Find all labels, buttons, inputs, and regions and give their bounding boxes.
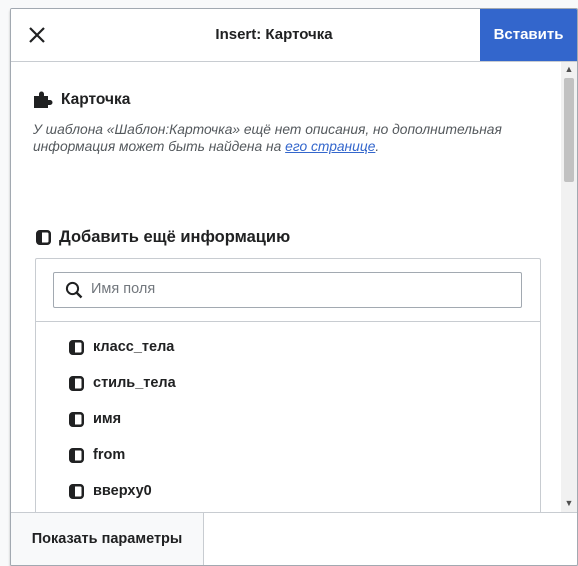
field-item-label: from — [93, 447, 126, 463]
description-text: У шаблона «Шаблон:Карточка» ещё нет опис… — [33, 122, 502, 154]
template-name: Карточка — [61, 91, 131, 108]
dialog-footer: Показать параметры — [11, 512, 577, 565]
field-item-label: класс_тела — [93, 339, 175, 355]
template-heading: Карточка — [33, 91, 130, 109]
add-info-heading: Добавить ещё информацию — [36, 228, 290, 247]
field-search-panel: класс_тела стиль_тела имя from вверху0 — [35, 258, 541, 512]
field-item-label: стиль_тела — [93, 375, 176, 391]
field-search-input[interactable] — [91, 273, 511, 305]
scroll-up-icon[interactable]: ▲ — [561, 64, 577, 78]
field-item[interactable]: имя — [69, 408, 121, 430]
parameter-icon — [36, 230, 51, 245]
dialog-body[interactable]: Карточка У шаблона «Шаблон:Карточка» ещё… — [11, 62, 561, 512]
dialog-title: Insert: Карточка — [215, 26, 333, 43]
template-insert-dialog: Insert: Карточка Вставить Карточка У шаб… — [10, 8, 578, 566]
dialog-scrollbar[interactable]: ▲ ▼ — [561, 62, 577, 512]
template-description: У шаблона «Шаблон:Карточка» ещё нет опис… — [33, 121, 513, 155]
dialog-header: Insert: Карточка Вставить — [11, 9, 577, 62]
parameter-icon — [69, 339, 84, 355]
add-info-heading-text: Добавить ещё информацию — [59, 228, 291, 246]
close-icon — [29, 27, 45, 43]
description-suffix: . — [375, 139, 380, 154]
parameter-icon — [69, 411, 84, 427]
field-item[interactable]: класс_тела — [69, 336, 174, 358]
scroll-down-icon[interactable]: ▼ — [561, 498, 577, 512]
puzzle-icon — [34, 91, 53, 108]
show-parameters-button[interactable]: Показать параметры — [11, 513, 204, 565]
field-item[interactable]: стиль_тела — [69, 372, 176, 394]
field-search-box[interactable] — [53, 272, 522, 308]
parameter-icon — [69, 375, 84, 391]
parameter-icon — [69, 447, 84, 463]
field-item-label: имя — [93, 411, 122, 427]
background-page-top — [60, 0, 540, 8]
parameter-icon — [69, 483, 84, 499]
insert-button[interactable]: Вставить — [480, 9, 577, 61]
field-item[interactable]: from — [69, 444, 125, 466]
template-page-link[interactable]: его странице — [285, 139, 375, 154]
field-item-label: вверху0 — [93, 483, 152, 499]
scrollbar-thumb[interactable] — [564, 78, 574, 182]
field-item[interactable]: вверху0 — [69, 480, 152, 502]
search-icon — [65, 281, 83, 299]
panel-divider — [36, 321, 540, 322]
close-button[interactable] — [11, 9, 63, 61]
